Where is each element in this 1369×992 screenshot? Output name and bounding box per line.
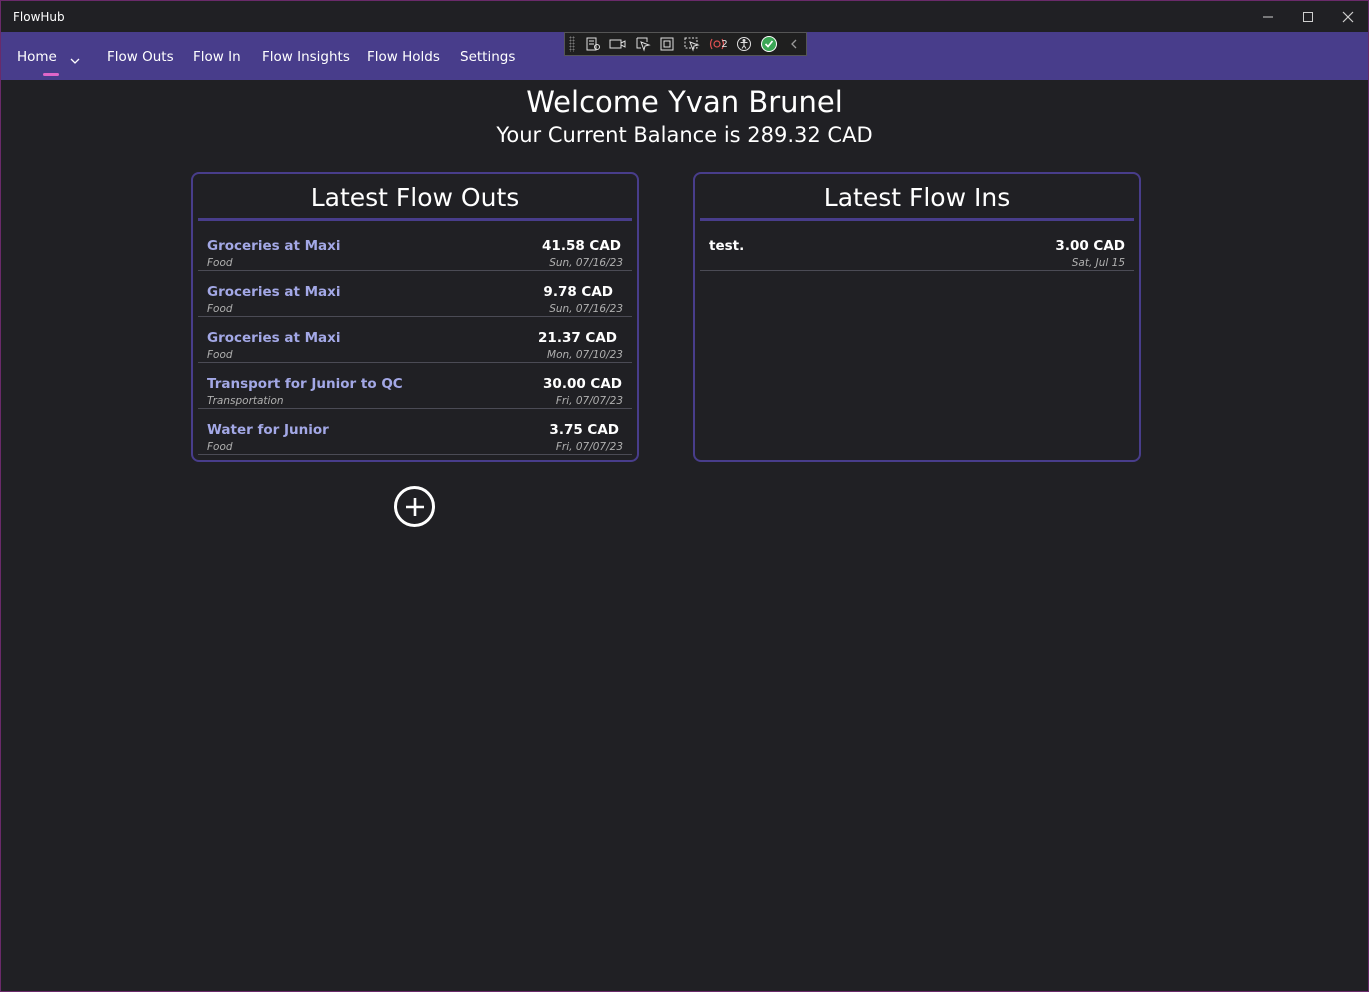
flow-title: Groceries at Maxi xyxy=(207,238,341,254)
flow-out-row[interactable]: Transport for Junior to QC Transportatio… xyxy=(198,363,632,409)
window-title: FlowHub xyxy=(13,10,65,24)
nav-item-flow-holds[interactable]: Flow Holds xyxy=(367,49,440,65)
flow-amount: 9.78 CAD xyxy=(543,284,613,300)
divider xyxy=(700,218,1134,221)
flow-date: Sun, 07/16/23 xyxy=(549,303,623,315)
flow-amount: 30.00 CAD xyxy=(543,376,622,392)
flow-category: Food xyxy=(207,257,233,269)
flow-date: Sun, 07/16/23 xyxy=(549,257,623,269)
display-layout-adorners-icon[interactable] xyxy=(655,34,680,54)
binding-failures-count: 2 xyxy=(721,38,728,50)
latest-flow-outs-card: Latest Flow Outs Groceries at Maxi Food … xyxy=(191,172,639,462)
flow-title: test. xyxy=(709,238,745,254)
welcome-heading: Welcome Yvan Brunel xyxy=(526,85,843,119)
flow-amount: 3.75 CAD xyxy=(549,422,619,438)
record-icon[interactable] xyxy=(605,34,630,54)
card-title: Latest Flow Outs xyxy=(310,183,520,212)
flow-out-row[interactable]: Water for Junior Food 3.75 CAD Fri, 07/0… xyxy=(198,409,632,455)
minimize-icon xyxy=(1263,16,1273,17)
flow-date: Mon, 07/10/23 xyxy=(547,349,623,361)
add-flow-button[interactable] xyxy=(394,486,435,527)
hot-reload-status-icon[interactable] xyxy=(756,34,781,54)
plus-icon xyxy=(405,497,424,516)
flow-category: Food xyxy=(207,441,233,453)
flow-title: Groceries at Maxi xyxy=(207,330,341,346)
flow-date: Fri, 07/07/23 xyxy=(555,441,623,453)
app-window: FlowHub Home Flow Outs Flow In Flow Insi… xyxy=(0,0,1369,992)
nav-item-settings[interactable]: Settings xyxy=(460,49,515,65)
flow-out-row[interactable]: Groceries at Maxi Food 21.37 CAD Mon, 07… xyxy=(198,317,632,363)
nav-item-flow-in[interactable]: Flow In xyxy=(193,49,241,65)
close-button[interactable] xyxy=(1328,1,1368,32)
select-element-icon[interactable] xyxy=(630,34,655,54)
flow-in-row[interactable]: test. 3.00 CAD Sat, Jul 15 xyxy=(700,225,1134,271)
nav-selection-indicator xyxy=(43,73,59,76)
close-icon xyxy=(1342,11,1354,22)
flow-date: Sat, Jul 15 xyxy=(1071,257,1125,269)
track-focus-icon[interactable] xyxy=(680,34,705,54)
flow-amount: 21.37 CAD xyxy=(538,330,617,346)
xaml-debug-toolbar: 2 xyxy=(564,32,807,56)
balance-subheading: Your Current Balance is 289.32 CAD xyxy=(496,123,873,147)
card-title: Latest Flow Ins xyxy=(823,183,1011,212)
toolbar-grip[interactable] xyxy=(569,36,575,52)
chevron-down-icon[interactable] xyxy=(69,51,81,64)
latest-flow-ins-card: Latest Flow Ins test. 3.00 CAD Sat, Jul … xyxy=(693,172,1141,462)
flow-category: Food xyxy=(207,349,233,361)
flow-out-row[interactable]: Groceries at Maxi Food 9.78 CAD Sun, 07/… xyxy=(198,271,632,317)
live-visual-tree-icon[interactable] xyxy=(581,34,606,54)
accessibility-icon[interactable] xyxy=(732,34,757,54)
nav-item-home[interactable]: Home xyxy=(17,49,57,65)
flow-title: Transport for Junior to QC xyxy=(207,376,403,392)
nav-item-flow-outs[interactable]: Flow Outs xyxy=(107,49,174,65)
divider xyxy=(198,218,632,221)
minimize-button[interactable] xyxy=(1248,1,1288,32)
flow-date: Fri, 07/07/23 xyxy=(555,395,623,407)
flow-out-row[interactable]: Groceries at Maxi Food 41.58 CAD Sun, 07… xyxy=(198,225,632,271)
nav-item-flow-insights[interactable]: Flow Insights xyxy=(262,49,350,65)
flow-title: Groceries at Maxi xyxy=(207,284,341,300)
flow-amount: 3.00 CAD xyxy=(1055,238,1125,254)
flow-category: Transportation xyxy=(207,395,284,407)
collapse-chevron-icon[interactable] xyxy=(781,34,806,54)
maximize-button[interactable] xyxy=(1288,1,1328,32)
flow-category: Food xyxy=(207,303,233,315)
flow-amount: 41.58 CAD xyxy=(542,238,621,254)
title-bar: FlowHub xyxy=(1,1,1368,32)
maximize-icon xyxy=(1303,11,1313,22)
flow-title: Water for Junior xyxy=(207,422,329,438)
window-controls xyxy=(1248,1,1368,32)
